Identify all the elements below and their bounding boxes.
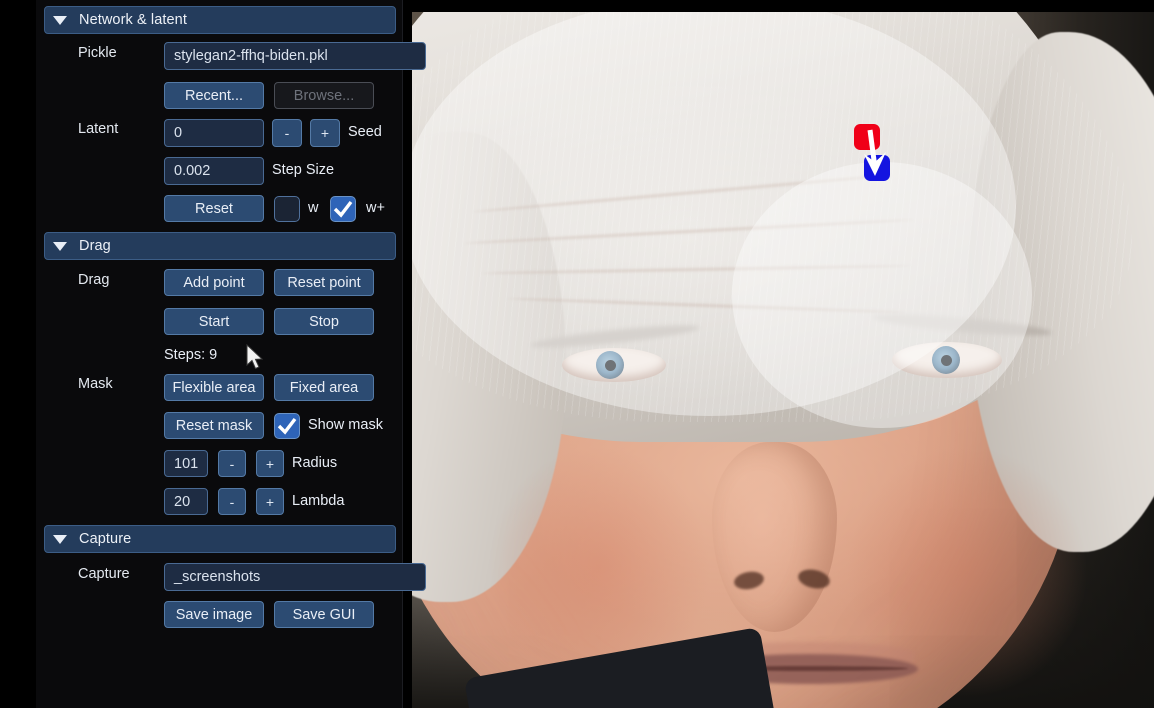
steps-counter: Steps: 9 [164,347,218,363]
section-title: Network & latent [79,12,187,28]
latent-label: Latent [78,121,119,137]
recent-button[interactable]: Recent... [164,82,264,109]
capture-path-input[interactable]: _screenshots [164,563,426,591]
seed-decrement-button[interactable]: - [272,119,302,147]
radius-increment-button[interactable]: + [256,450,284,477]
seed-label: Seed [348,124,382,140]
mask-label: Mask [78,376,113,392]
right-eye [892,342,1002,378]
save-image-button[interactable]: Save image [164,601,264,628]
lambda-input[interactable]: 20 [164,488,208,515]
stop-button[interactable]: Stop [274,308,374,335]
left-iris [596,351,624,379]
add-point-button[interactable]: Add point [164,269,264,296]
radius-decrement-button[interactable]: - [218,450,246,477]
draggan-window: Network & latent Pickle stylegan2-ffhq-b… [0,0,1154,708]
step-size-input[interactable]: 0.002 [164,157,264,185]
triangle-down-icon [53,15,67,25]
left-pupil [605,360,616,371]
show-mask-checkbox[interactable] [274,413,300,439]
browse-button: Browse... [274,82,374,109]
drag-direction-arrow [864,129,886,176]
reset-latent-button[interactable]: Reset [164,195,264,222]
section-title: Capture [79,531,132,547]
step-size-label: Step Size [272,162,335,178]
right-iris [932,346,960,374]
section-header-drag[interactable]: Drag [44,232,396,260]
triangle-down-icon [53,534,67,544]
section-header-capture[interactable]: Capture [44,525,396,553]
hair-strands [412,12,1132,422]
seed-increment-button[interactable]: + [310,119,340,147]
portrait-image [412,12,1154,708]
section-header-network[interactable]: Network & latent [44,6,396,34]
flexible-area-button[interactable]: Flexible area [164,374,264,401]
check-icon [277,417,297,435]
reset-point-button[interactable]: Reset point [274,269,374,296]
radius-label: Radius [292,455,338,471]
left-eye [562,348,666,382]
triangle-down-icon [53,241,67,251]
reset-mask-button[interactable]: Reset mask [164,412,264,439]
right-pupil [941,355,952,366]
w-label: w [308,200,319,216]
show-mask-label: Show mask [308,417,383,433]
lambda-increment-button[interactable]: + [256,488,284,515]
w-checkbox[interactable] [274,196,300,222]
capture-label: Capture [78,566,130,582]
fixed-area-button[interactable]: Fixed area [274,374,374,401]
check-icon [333,200,353,218]
wplus-checkbox[interactable] [330,196,356,222]
seed-input[interactable]: 0 [164,119,264,147]
save-gui-button[interactable]: Save GUI [274,601,374,628]
control-panel: Network & latent Pickle stylegan2-ffhq-b… [36,0,426,708]
lambda-decrement-button[interactable]: - [218,488,246,515]
start-button[interactable]: Start [164,308,264,335]
wplus-label: w+ [366,200,385,216]
pickle-input[interactable]: stylegan2-ffhq-biden.pkl [164,42,426,70]
lambda-label: Lambda [292,493,345,509]
pickle-label: Pickle [78,45,117,61]
generated-image-canvas[interactable] [412,12,1154,708]
section-title: Drag [79,238,111,254]
drag-label: Drag [78,272,110,288]
radius-input[interactable]: 101 [164,450,208,477]
